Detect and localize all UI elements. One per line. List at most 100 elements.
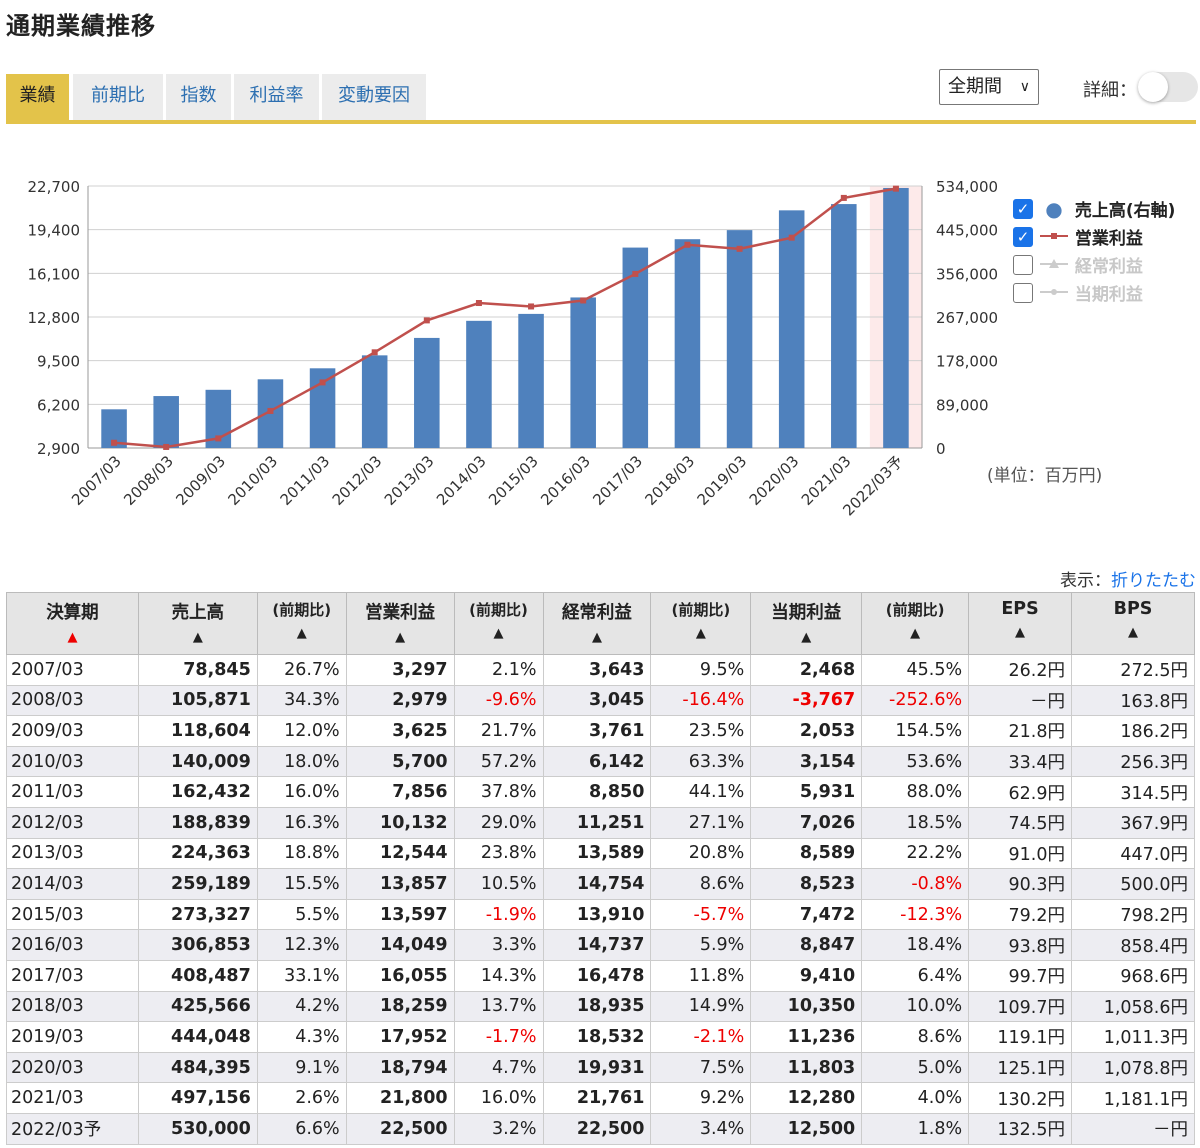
period-select-value: 全期間 [948, 76, 1002, 97]
right-tick-label: 356,000 [936, 265, 998, 283]
sort-up-icon: ▲ [395, 630, 406, 645]
cell-sales: 484,395 [137, 1051, 258, 1084]
tab-margin[interactable]: 利益率 [234, 74, 319, 120]
cell-sales-yoy: 12.0% [256, 715, 347, 747]
cell-bps: 500.0円 [1071, 868, 1195, 900]
collapse-link[interactable]: 折りたたむ [1111, 571, 1196, 591]
cell-ordinary-profit: 13,589 [542, 837, 652, 870]
cell-ordinary-profit: 3,761 [542, 715, 652, 747]
cell-ordinary-yoy: 9.5% [650, 654, 752, 686]
header-ordinary-yoy[interactable]: (前期比) ▲ [650, 592, 752, 655]
cell-ordinary-yoy: 11.8% [650, 959, 752, 992]
cell-bps: 186.2円 [1071, 715, 1195, 747]
header-sales[interactable]: 売上高 ▲ [137, 592, 258, 655]
checkbox-checked-icon[interactable]: ✓ [1013, 226, 1033, 247]
cell-net-profit: 3,154 [750, 745, 863, 778]
cell-bps: 1,058.6円 [1071, 990, 1195, 1023]
cell-ordinary-profit: 8,850 [542, 776, 652, 808]
table-row: 2015/03 273,327 5.5% 13,597 -1.9% 13,910 -5.7%… [6, 898, 1195, 931]
sort-up-icon: ▲ [591, 630, 602, 645]
sort-up-icon: ▲ [296, 626, 307, 641]
x-tick-label: 2017/03 [589, 452, 646, 509]
checkbox-unchecked-icon[interactable] [1013, 282, 1033, 303]
operating-profit-line [113, 187, 897, 449]
cell-ordinary-profit: 14,737 [542, 929, 652, 961]
header-label: 決算期 [46, 603, 99, 623]
operating-profit-point [163, 443, 170, 450]
cell-bps: 256.3円 [1071, 745, 1195, 778]
legend-label: 売上高(右軸) [1074, 201, 1176, 221]
cell-net-yoy: 8.6% [861, 1021, 970, 1053]
sales-bar [153, 396, 179, 448]
cell-eps: 93.8円 [968, 929, 1072, 961]
header-operating-yoy[interactable]: (前期比) ▲ [453, 592, 544, 655]
header-bps[interactable]: BPS ▲ [1071, 592, 1195, 655]
tab-performance[interactable]: 業績 [6, 74, 69, 120]
header-period[interactable]: 決算期 ▲ [6, 592, 139, 655]
table-row: 2013/03 224,363 18.8% 12,544 23.8% 13,589 20.8… [6, 837, 1195, 870]
sort-up-icon: ▲ [1128, 625, 1138, 640]
detail-toggle[interactable] [1138, 72, 1198, 102]
page-title: 通期業績推移 [6, 12, 156, 40]
legend-item-net-profit[interactable]: 当期利益 [1013, 280, 1175, 308]
header-sales-yoy[interactable]: (前期比) ▲ [256, 592, 347, 655]
legend-item-ordinary-profit[interactable]: 経常利益 [1013, 252, 1175, 280]
cell-operating-yoy: 37.8% [453, 776, 544, 808]
cell-operating-profit: 18,794 [345, 1051, 455, 1084]
cell-bps: 447.0円 [1071, 837, 1195, 870]
cell-bps: 1,011.3円 [1071, 1021, 1195, 1053]
x-tick-label: 2019/03 [694, 452, 751, 509]
cell-period: 2013/03 [6, 837, 139, 870]
x-tick-label: 2009/03 [172, 452, 229, 509]
operating-profit-point [736, 245, 743, 252]
cell-eps: 130.2円 [968, 1082, 1072, 1114]
cell-eps: 99.7円 [968, 959, 1072, 992]
operating-profit-point [840, 194, 847, 201]
header-eps[interactable]: EPS ▲ [968, 592, 1072, 655]
cell-operating-profit: 10,132 [345, 806, 455, 839]
cell-bps: 858.4円 [1071, 929, 1195, 961]
sales-bar [466, 320, 492, 448]
sort-up-active-icon: ▲ [67, 630, 78, 645]
tab-index[interactable]: 指数 [166, 74, 231, 120]
cell-bps: 314.5円 [1071, 776, 1195, 808]
cell-ordinary-yoy: -2.1% [650, 1021, 752, 1053]
header-net-yoy[interactable]: (前期比) ▲ [861, 592, 970, 655]
cell-net-profit: 7,026 [750, 806, 863, 839]
cell-sales-yoy: 5.5% [256, 898, 347, 931]
header-label: (前期比) [469, 601, 528, 619]
header-operating-profit[interactable]: 営業利益 ▲ [345, 592, 455, 655]
sales-bar [883, 187, 909, 448]
period-select[interactable]: 全期間 ∨ [939, 69, 1039, 105]
header-ordinary-profit[interactable]: 経常利益 ▲ [542, 592, 652, 655]
cell-ordinary-profit: 21,761 [542, 1082, 652, 1114]
header-label: 経常利益 [561, 603, 632, 623]
cell-period: 2021/03 [6, 1082, 139, 1114]
operating-profit-point [111, 439, 118, 446]
checkbox-unchecked-icon[interactable] [1013, 254, 1033, 275]
cell-period: 2009/03 [6, 715, 139, 747]
legend-item-operating-profit[interactable]: ✓ 営業利益 [1013, 224, 1175, 252]
display-toggle-row: 表示：折りたたむ [1060, 566, 1196, 591]
cell-eps: 125.1円 [968, 1051, 1072, 1084]
cell-ordinary-yoy: 8.6% [650, 868, 752, 900]
tab-factors[interactable]: 変動要因 [322, 74, 426, 120]
cell-operating-profit: 13,597 [345, 898, 455, 931]
x-tick-label: 2007/03 [68, 452, 125, 509]
cell-eps: 132.5円 [968, 1112, 1072, 1145]
header-label: 売上高 [171, 603, 225, 623]
cell-sales-yoy: 15.5% [256, 868, 347, 900]
tab-yoy[interactable]: 前期比 [73, 74, 163, 120]
cell-sales-yoy: 34.3% [256, 684, 347, 717]
operating-profit-point [580, 297, 587, 304]
cell-eps: 74.5円 [968, 806, 1072, 839]
header-net-profit[interactable]: 当期利益 ▲ [750, 592, 863, 655]
cell-ordinary-profit: 11,251 [542, 806, 652, 839]
cell-operating-yoy: 3.2% [453, 1112, 544, 1145]
cell-net-profit: -3,767 [750, 684, 863, 717]
cell-sales: 78,845 [137, 654, 258, 686]
cell-ordinary-profit: 22,500 [542, 1112, 652, 1145]
cell-net-profit: 12,280 [750, 1082, 863, 1114]
checkbox-checked-icon[interactable]: ✓ [1013, 198, 1033, 219]
legend-item-sales[interactable]: ✓ ● 売上高(右軸) [1013, 196, 1175, 224]
